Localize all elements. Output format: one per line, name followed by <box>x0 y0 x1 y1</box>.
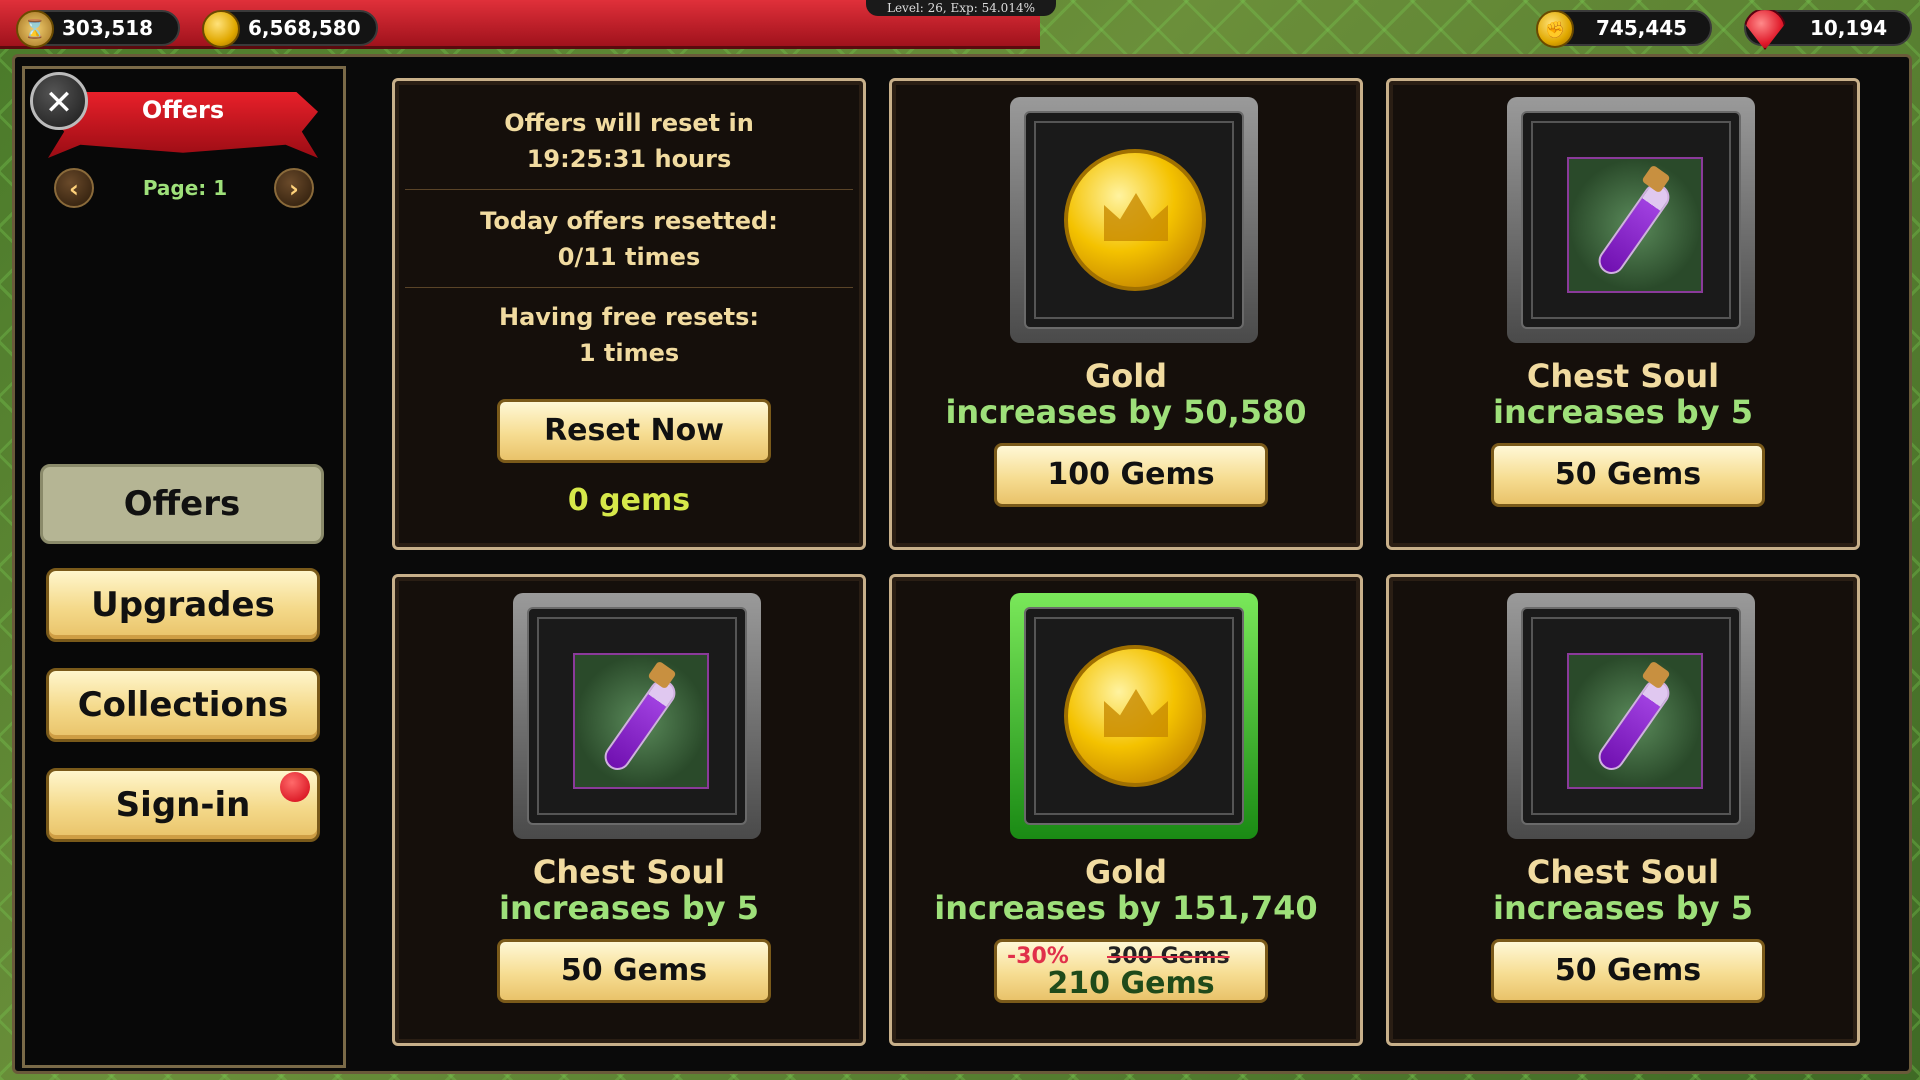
chevron-right-icon: › <box>289 175 299 203</box>
offer-name: Chest Soul <box>532 853 726 891</box>
offer-card: Chest Soul increases by 5 50 Gems <box>1386 78 1860 550</box>
purple-potion-icon <box>1567 653 1703 789</box>
free-resets-value: 1 times <box>578 339 680 367</box>
reset-timer: 19:25:31 hours <box>526 145 732 173</box>
item-frame <box>1010 97 1258 343</box>
power-resource: ✊ 745,445 <box>1536 10 1712 48</box>
offer-name: Gold <box>1084 357 1168 395</box>
offer-name: Chest Soul <box>1526 357 1720 395</box>
close-icon: ✕ <box>44 83 74 123</box>
food-resource: ⌛ 303,518 <box>16 10 180 48</box>
gold-coin-icon <box>1064 645 1206 787</box>
page-indicator: Page: 1 <box>142 176 228 200</box>
close-button[interactable]: ✕ <box>30 72 88 130</box>
tab-upgrades[interactable]: Upgrades <box>46 568 320 642</box>
gem-resource: 10,194 <box>1744 10 1912 50</box>
reset-now-button[interactable]: Reset Now <box>497 399 771 463</box>
free-resets-label: Having free resets: <box>499 303 759 331</box>
divider <box>405 287 853 288</box>
level-indicator: Level: 26, Exp: 54.014% <box>866 0 1056 16</box>
item-frame <box>513 593 761 839</box>
offer-name: Gold <box>1084 853 1168 891</box>
discounted-price: 210 Gems <box>1047 966 1215 1001</box>
offer-card: Gold increases by 50,580 100 Gems <box>889 78 1363 550</box>
buy-button[interactable]: -30% 300 Gems 210 Gems <box>994 939 1268 1003</box>
purple-potion-icon <box>573 653 709 789</box>
fist-icon: ✊ <box>1536 10 1574 48</box>
gold-coin-icon <box>202 10 240 48</box>
resetted-label: Today offers resetted: <box>480 207 778 235</box>
resetted-value: 0/11 times <box>557 243 701 271</box>
divider <box>405 189 853 190</box>
item-frame <box>1507 593 1755 839</box>
notification-dot <box>280 772 310 802</box>
item-frame <box>1507 97 1755 343</box>
buy-button[interactable]: 100 Gems <box>994 443 1268 507</box>
next-page-button[interactable]: › <box>274 168 314 208</box>
tab-sign-in[interactable]: Sign-in <box>46 768 320 842</box>
ruby-gem-icon <box>1744 10 1786 50</box>
offer-card: Chest Soul increases by 5 50 Gems <box>392 574 866 1046</box>
buy-button[interactable]: 50 Gems <box>1491 939 1765 1003</box>
offer-increase: increases by 151,740 <box>934 889 1318 927</box>
item-frame-highlighted <box>1010 593 1258 839</box>
reset-cost: 0 gems <box>567 483 691 518</box>
buy-button[interactable]: 50 Gems <box>497 939 771 1003</box>
offer-increase: increases by 5 <box>499 889 759 927</box>
buy-button[interactable]: 50 Gems <box>1491 443 1765 507</box>
offer-increase: increases by 5 <box>1493 393 1753 431</box>
gold-coin-icon <box>1064 149 1206 291</box>
gold-resource: 6,568,580 <box>202 10 378 48</box>
offer-increase: increases by 5 <box>1493 889 1753 927</box>
reset-label: Offers will reset in <box>504 109 754 137</box>
offer-card: Chest Soul increases by 5 50 Gems <box>1386 574 1860 1046</box>
hourglass-icon: ⌛ <box>16 10 54 48</box>
reset-info-card: Offers will reset in 19:25:31 hours Toda… <box>392 78 866 550</box>
sidebar-panel <box>22 66 346 1068</box>
tab-offers[interactable]: Offers <box>40 464 324 544</box>
sidebar-title: Offers <box>141 96 225 124</box>
offer-name: Chest Soul <box>1526 853 1720 891</box>
chevron-left-icon: ‹ <box>69 175 79 203</box>
tab-collections[interactable]: Collections <box>46 668 320 742</box>
offer-increase: increases by 50,580 <box>945 393 1307 431</box>
purple-potion-icon <box>1567 157 1703 293</box>
prev-page-button[interactable]: ‹ <box>54 168 94 208</box>
offer-card-discounted: Gold increases by 151,740 -30% 300 Gems … <box>889 574 1363 1046</box>
